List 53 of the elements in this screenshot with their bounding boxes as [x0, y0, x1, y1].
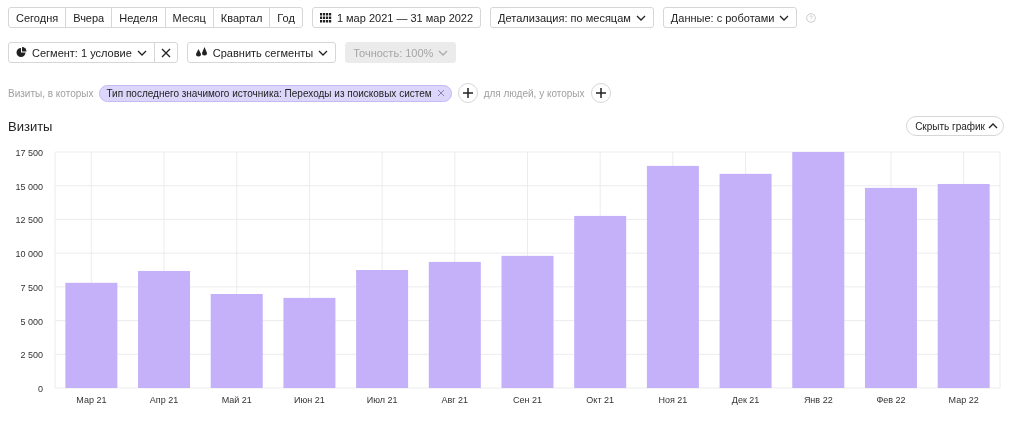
y-axis-label: 5 000: [20, 316, 43, 327]
x-axis-label: Мар 21: [76, 395, 107, 405]
people-filter-label: для людей, у которых: [483, 87, 585, 99]
date-range-button[interactable]: 1 мар 2021 — 31 мар 2022: [311, 7, 482, 28]
compare-segments-button[interactable]: Сравнить сегменты: [186, 42, 337, 63]
filter-prefix: Визиты, в которых: [8, 87, 94, 99]
y-axis-label: 0: [38, 384, 43, 394]
chevron-down-icon: [318, 49, 329, 56]
chevron-down-icon: [635, 14, 646, 21]
x-axis-label: Фев 22: [876, 395, 906, 405]
chart-title: Визиты: [8, 118, 53, 134]
x-axis-label: Июн 21: [294, 395, 325, 405]
filter-chip[interactable]: Тип последнего значимого источника: Переходы из поисковых систем: [99, 84, 452, 102]
chevron-up-icon: [988, 123, 998, 129]
y-axis-label: 12 500: [15, 215, 43, 226]
x-axis-label: Мар 22: [948, 395, 979, 405]
chevron-down-icon: [779, 14, 790, 21]
plus-icon: [595, 88, 606, 98]
calendar-grid-icon: [319, 12, 332, 23]
y-axis-label: 15 000: [15, 181, 43, 192]
period-button[interactable]: Месяц: [164, 7, 214, 28]
y-axis-label: 10 000: [15, 249, 43, 260]
chevron-down-icon: [136, 49, 147, 56]
y-axis-label: 7 500: [20, 282, 43, 293]
segment-dropdown[interactable]: Сегмент: 1 условие: [8, 42, 155, 63]
x-axis-label: Июл 21: [366, 395, 398, 405]
add-condition-button[interactable]: [457, 83, 478, 103]
y-axis-label: 17 500: [15, 148, 43, 158]
hide-chart-button[interactable]: Скрыть график: [906, 116, 1004, 136]
data-dropdown[interactable]: Данные: с роботами: [662, 7, 798, 28]
y-axis-label: 2 500: [20, 350, 43, 361]
x-axis-label: Ноя 21: [658, 395, 688, 405]
chevron-down-icon: [438, 49, 449, 56]
x-axis-label: Май 21: [221, 395, 252, 405]
pie-chart-icon: [16, 47, 27, 58]
drops-icon: [194, 47, 208, 58]
detail-dropdown[interactable]: Детализация: по месяцам: [490, 7, 654, 28]
x-axis-label: Окт 21: [586, 395, 615, 405]
x-axis-label: Янв 22: [803, 395, 833, 405]
add-condition-button[interactable]: [590, 83, 611, 103]
period-button[interactable]: Год: [269, 7, 303, 28]
period-button[interactable]: Квартал: [212, 7, 271, 28]
close-icon[interactable]: [436, 89, 445, 97]
close-icon: [160, 47, 171, 58]
plus-icon: [462, 88, 473, 98]
x-axis-label: Апр 21: [149, 395, 179, 405]
x-axis-label: Авг 21: [441, 395, 469, 405]
period-button[interactable]: Неделя: [111, 7, 166, 28]
period-button[interactable]: Сегодня: [8, 7, 67, 28]
close-button[interactable]: [153, 42, 178, 63]
x-axis-label: Дек 21: [731, 395, 760, 405]
x-axis-label: Сен 21: [513, 395, 542, 405]
period-button[interactable]: Вчера: [65, 7, 113, 28]
